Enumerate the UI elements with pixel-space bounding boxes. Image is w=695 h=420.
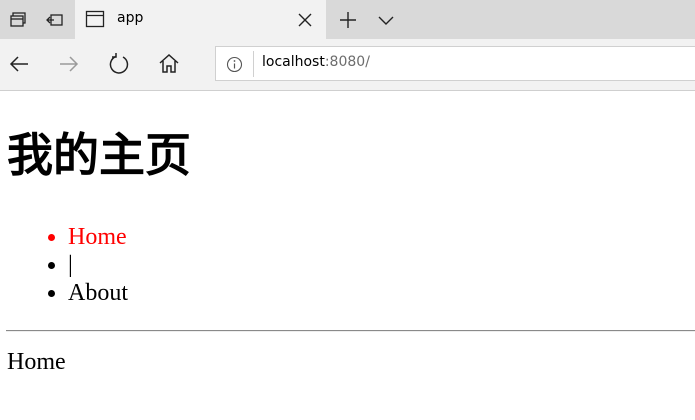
address-divider bbox=[253, 51, 254, 77]
url-port-path: :8080/ bbox=[324, 54, 370, 70]
home-icon[interactable] bbox=[157, 52, 181, 76]
nav-separator: | bbox=[68, 252, 73, 278]
page-icon bbox=[85, 10, 105, 28]
tab-title: app bbox=[117, 10, 144, 26]
set-aside-icon bbox=[46, 13, 63, 26]
page-viewport: 我的主页 Home | About Home bbox=[0, 91, 695, 420]
nav-link-home[interactable]: Home bbox=[68, 224, 127, 250]
tab-aside-icon bbox=[10, 11, 26, 27]
tab-bar: app bbox=[0, 0, 695, 39]
horizontal-rule bbox=[6, 330, 695, 332]
url-host: localhost bbox=[262, 54, 325, 70]
navigation-bar: localhost:8080/ bbox=[0, 39, 695, 91]
router-view-content: Home bbox=[7, 349, 66, 375]
nav-link-about[interactable]: About bbox=[68, 280, 128, 306]
tabs-aside-button[interactable] bbox=[0, 0, 36, 39]
set-tabs-aside-button[interactable] bbox=[37, 0, 73, 39]
refresh-icon[interactable] bbox=[107, 52, 131, 76]
plus-icon[interactable] bbox=[336, 8, 360, 32]
back-arrow-icon[interactable] bbox=[7, 52, 31, 76]
browser-chrome: app localhost:8080/ bbox=[0, 0, 695, 91]
nav-item-home: Home bbox=[68, 223, 128, 251]
nav-item-separator: | bbox=[68, 251, 128, 279]
info-icon[interactable] bbox=[226, 56, 243, 73]
close-icon[interactable] bbox=[295, 10, 315, 30]
page-title: 我的主页 bbox=[7, 128, 191, 182]
nav-item-about: About bbox=[68, 279, 128, 307]
browser-tab[interactable]: app bbox=[75, 0, 326, 39]
chevron-down-icon[interactable] bbox=[374, 8, 398, 32]
forward-arrow-icon[interactable] bbox=[57, 52, 81, 76]
address-bar[interactable]: localhost:8080/ bbox=[215, 46, 695, 81]
url-text[interactable]: localhost:8080/ bbox=[262, 54, 370, 70]
nav-menu: Home | About bbox=[0, 223, 128, 307]
